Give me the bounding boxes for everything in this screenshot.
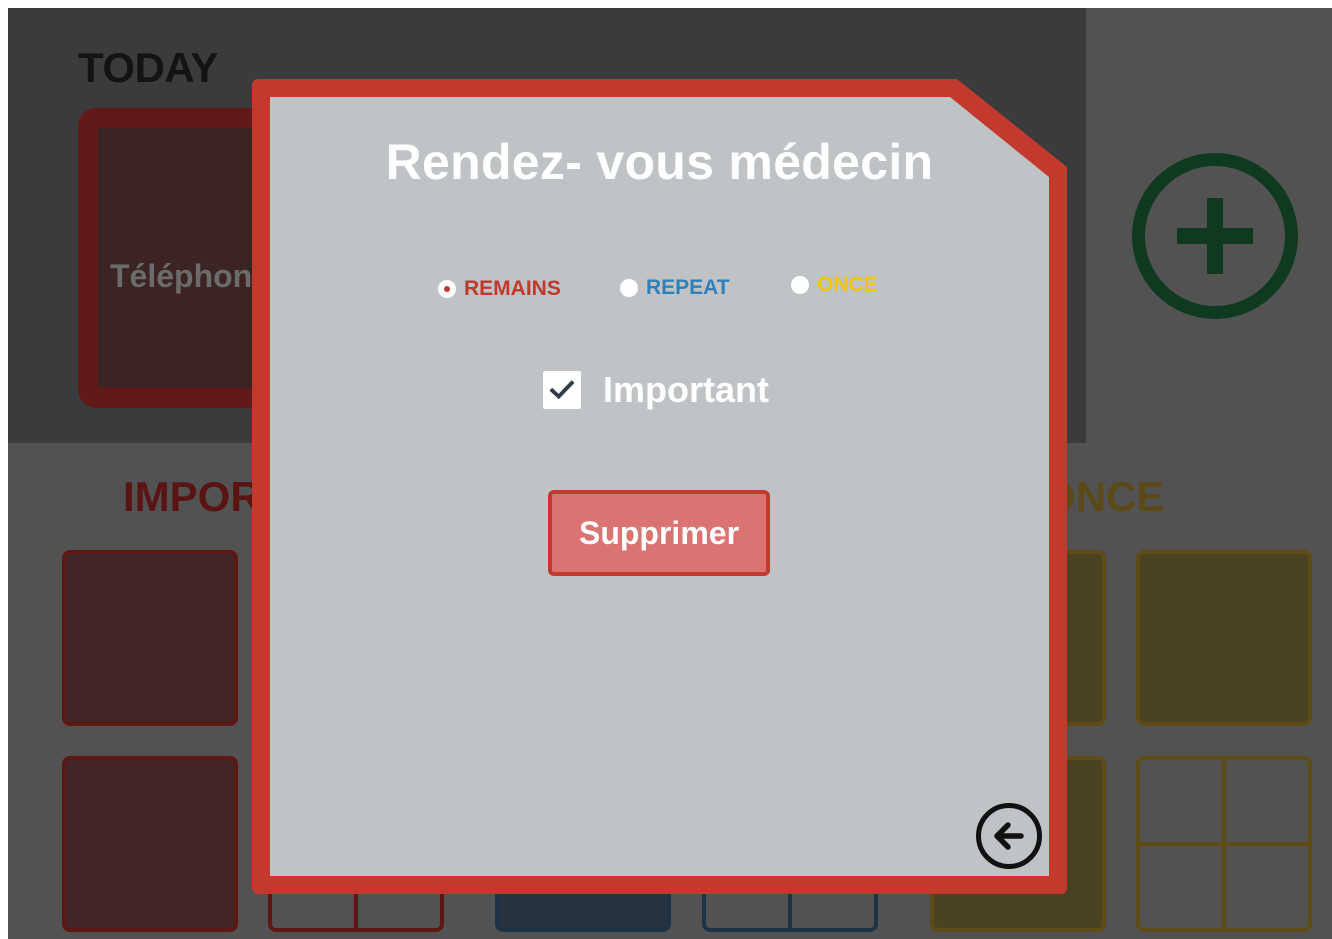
dialog-body: Rendez- vous médecin REMAINS REPEAT ONCE <box>270 97 1049 876</box>
important-checkbox-row[interactable]: Important <box>543 369 769 411</box>
radio-dot-selected[interactable] <box>438 280 456 298</box>
today-title: TODAY <box>78 44 218 91</box>
task-type-radio-group: REMAINS REPEAT ONCE <box>270 267 1049 307</box>
once-tile[interactable] <box>1136 550 1312 726</box>
radio-once-label: ONCE <box>817 273 878 296</box>
radio-dot[interactable] <box>620 279 638 297</box>
once-tile-empty[interactable] <box>1136 756 1312 932</box>
back-button[interactable] <box>976 803 1042 869</box>
section-title-important: IMPOR <box>123 473 261 520</box>
radio-repeat[interactable]: REPEAT <box>620 276 730 300</box>
important-label: Important <box>603 369 769 410</box>
dialog-title: Rendez- vous médecin <box>385 134 934 190</box>
arrow-left-icon <box>994 822 1024 850</box>
today-task-card[interactable]: Téléphon <box>78 108 278 408</box>
radio-dot[interactable] <box>791 276 809 294</box>
add-task-button[interactable] <box>1132 153 1298 319</box>
important-checkbox[interactable] <box>543 371 581 409</box>
task-edit-dialog: Rendez- vous médecin REMAINS REPEAT ONCE <box>252 79 1067 894</box>
radio-once[interactable]: ONCE <box>791 273 878 297</box>
important-tile[interactable] <box>62 550 238 726</box>
plus-icon <box>1177 198 1253 274</box>
important-tile[interactable] <box>62 756 238 932</box>
radio-remains[interactable]: REMAINS <box>438 277 561 301</box>
radio-repeat-label: REPEAT <box>646 276 730 299</box>
today-task-label: Téléphon <box>110 258 253 294</box>
checkmark-icon <box>549 380 575 400</box>
delete-button[interactable]: Supprimer <box>548 490 770 576</box>
radio-remains-label: REMAINS <box>464 277 561 300</box>
